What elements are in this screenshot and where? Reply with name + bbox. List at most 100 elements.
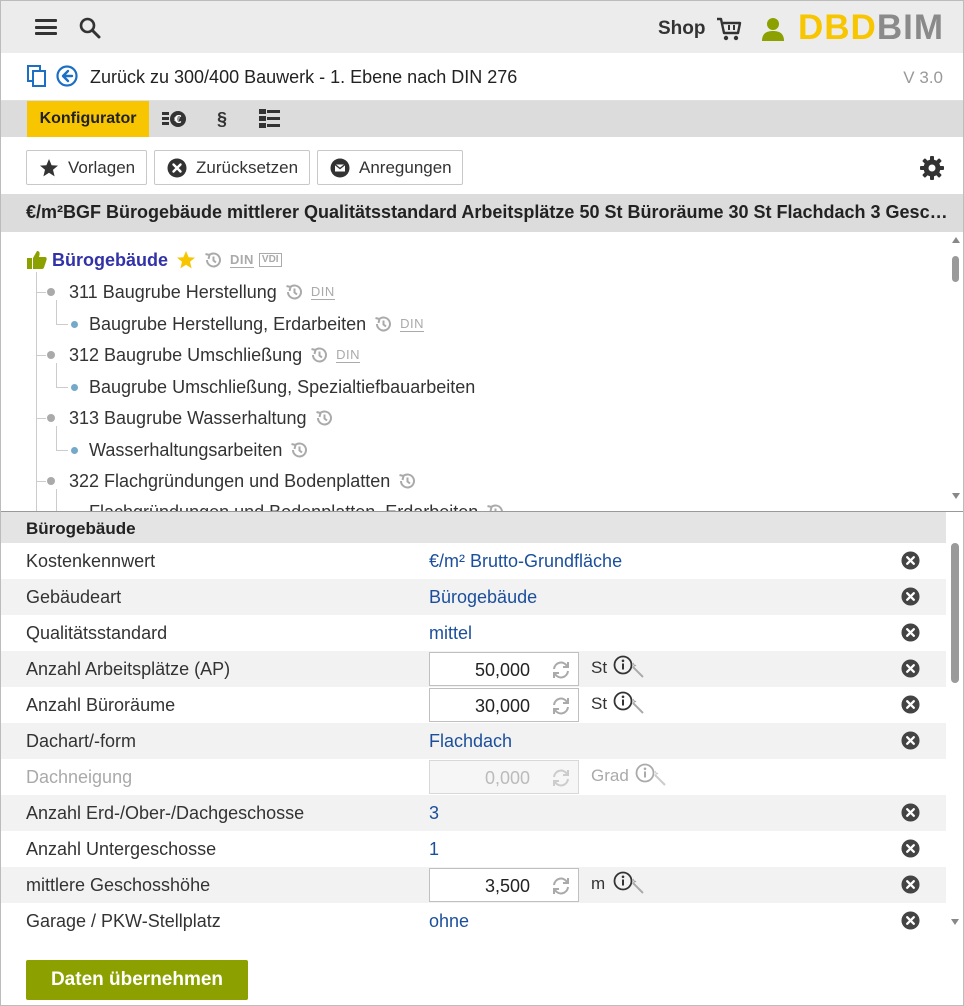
- svg-text:€: €: [173, 113, 182, 126]
- tree-root-node[interactable]: Bürogebäude DIN VDI: [26, 248, 282, 272]
- info-wand-icon[interactable]: [613, 871, 647, 895]
- clear-icon[interactable]: [901, 623, 920, 642]
- properties-scroll-thumb[interactable]: [951, 543, 959, 683]
- tab-konfigurator[interactable]: Konfigurator: [27, 101, 149, 137]
- tree-item[interactable]: 312 Baugrube Umschließung DIN: [69, 343, 361, 367]
- anregungen-button[interactable]: Anregungen: [317, 150, 463, 185]
- clear-icon[interactable]: [901, 587, 920, 606]
- vdi-badge[interactable]: VDI: [258, 253, 282, 267]
- tree-connector: [36, 481, 46, 482]
- refresh-icon[interactable]: [550, 875, 572, 897]
- tree-scroll-thumb[interactable]: [952, 256, 959, 282]
- clear-icon[interactable]: [901, 911, 920, 930]
- history-icon[interactable]: [203, 250, 223, 270]
- tree-connector: [36, 355, 46, 356]
- tab-paragraph[interactable]: §: [199, 101, 245, 137]
- tree-leaf-dot: [71, 447, 78, 454]
- property-value-link[interactable]: Bürogebäude: [429, 587, 537, 608]
- tab-bar: Konfigurator € §: [1, 101, 963, 137]
- tree-scrollbar[interactable]: [948, 232, 963, 511]
- shop-link[interactable]: Shop: [658, 18, 706, 40]
- tree-item[interactable]: Baugrube Herstellung, Erdarbeiten DIN: [89, 312, 425, 336]
- reset-button[interactable]: Zurücksetzen: [154, 150, 310, 185]
- vorlagen-button[interactable]: Vorlagen: [26, 150, 147, 185]
- property-value-link[interactable]: €/m² Brutto-Grundfläche: [429, 551, 622, 572]
- clear-icon[interactable]: [901, 839, 920, 858]
- tree-node-dot: [47, 477, 55, 485]
- din-badge[interactable]: DIN: [400, 316, 425, 332]
- history-icon[interactable]: [314, 408, 334, 428]
- clear-icon[interactable]: [901, 659, 920, 678]
- menu-icon[interactable]: [35, 19, 57, 35]
- property-row: Anzahl Arbeitsplätze (AP) 50,000 St: [1, 651, 946, 687]
- property-row: Anzahl Untergeschosse 1: [1, 831, 946, 867]
- tree-node-dot: [47, 288, 55, 296]
- tree-item[interactable]: 313 Baugrube Wasserhaltung: [69, 406, 334, 430]
- tree-item[interactable]: Baugrube Umschließung, Spezialtiefbauarb…: [89, 375, 475, 399]
- scroll-down-arrow-icon[interactable]: [951, 492, 961, 500]
- user-icon[interactable]: [759, 15, 787, 43]
- back-link[interactable]: Zurück zu 300/400 Bauwerk - 1. Ebene nac…: [90, 67, 517, 88]
- clear-icon[interactable]: [901, 695, 920, 714]
- tree-connector: [56, 426, 57, 450]
- history-icon[interactable]: [485, 502, 505, 511]
- property-value-link[interactable]: Flachdach: [429, 731, 512, 752]
- apply-data-button[interactable]: Daten übernehmen: [26, 960, 248, 1000]
- clear-icon[interactable]: [901, 731, 920, 750]
- history-icon[interactable]: [284, 282, 304, 302]
- number-input[interactable]: 3,500: [429, 868, 579, 902]
- property-value-link[interactable]: mittel: [429, 623, 472, 644]
- gear-icon[interactable]: [919, 155, 945, 181]
- search-icon[interactable]: [79, 17, 101, 39]
- tab-price-list[interactable]: €: [151, 101, 197, 137]
- scroll-up-arrow-icon[interactable]: [951, 236, 961, 244]
- din-badge[interactable]: DIN: [336, 347, 361, 363]
- number-input-disabled: 0,000: [429, 760, 579, 794]
- property-row: Gebäudeart Bürogebäude: [1, 579, 946, 615]
- din-badge[interactable]: DIN: [310, 284, 335, 300]
- toolbar: Vorlagen Zurücksetzen Anregungen: [1, 137, 963, 194]
- mail-icon: [330, 158, 350, 177]
- refresh-icon[interactable]: [550, 695, 572, 717]
- history-icon[interactable]: [373, 314, 393, 334]
- tree-item[interactable]: 311 Baugrube Herstellung DIN: [69, 280, 335, 304]
- version-label: V 3.0: [903, 68, 943, 87]
- history-icon[interactable]: [397, 471, 417, 491]
- clear-icon[interactable]: [901, 803, 920, 822]
- top-bar: Shop DBDBIM: [1, 1, 963, 53]
- property-row: Kostenkennwert €/m² Brutto-Grundfläche: [1, 543, 946, 579]
- tree-connector: [56, 387, 68, 388]
- number-input[interactable]: 30,000: [429, 688, 579, 722]
- tree-structure-icon: [259, 109, 280, 128]
- favorite-star-icon[interactable]: [176, 250, 196, 270]
- tree-item[interactable]: Wasserhaltungsarbeiten: [89, 438, 309, 462]
- footer: Daten übernehmen: [1, 951, 963, 1005]
- close-circle-icon: [167, 158, 187, 177]
- tree-leaf-dot: [71, 384, 78, 391]
- property-value-link[interactable]: ohne: [429, 911, 469, 932]
- property-value-link[interactable]: 1: [429, 839, 439, 860]
- refresh-icon[interactable]: [550, 659, 572, 681]
- info-wand-icon[interactable]: [613, 655, 647, 679]
- clear-icon[interactable]: [901, 551, 920, 570]
- property-value-link[interactable]: 3: [429, 803, 439, 824]
- tree-item[interactable]: 322 Flachgründungen und Bodenplatten: [69, 469, 417, 493]
- logo: DBDBIM: [798, 8, 944, 47]
- properties-scrollbar[interactable]: [946, 543, 963, 951]
- thumbs-up-icon: [27, 251, 47, 269]
- copy-icon[interactable]: [27, 65, 47, 87]
- number-input[interactable]: 50,000: [429, 652, 579, 686]
- tab-structure[interactable]: [247, 101, 293, 137]
- tree-item[interactable]: Flachgründungen und Bodenplatten, Erdarb…: [89, 500, 505, 511]
- din-badge[interactable]: DIN: [230, 252, 254, 268]
- history-icon[interactable]: [289, 440, 309, 460]
- tree-connector: [56, 324, 68, 325]
- back-arrow-icon[interactable]: [56, 65, 78, 87]
- tree-connector: [36, 418, 46, 419]
- properties-panel: Bürogebäude Kostenkennwert €/m² Brutto-G…: [1, 511, 963, 951]
- clear-icon[interactable]: [901, 875, 920, 894]
- cart-icon[interactable]: [715, 16, 743, 42]
- scroll-down-arrow-icon[interactable]: [950, 918, 960, 926]
- info-wand-icon[interactable]: [613, 691, 647, 715]
- history-icon[interactable]: [309, 345, 329, 365]
